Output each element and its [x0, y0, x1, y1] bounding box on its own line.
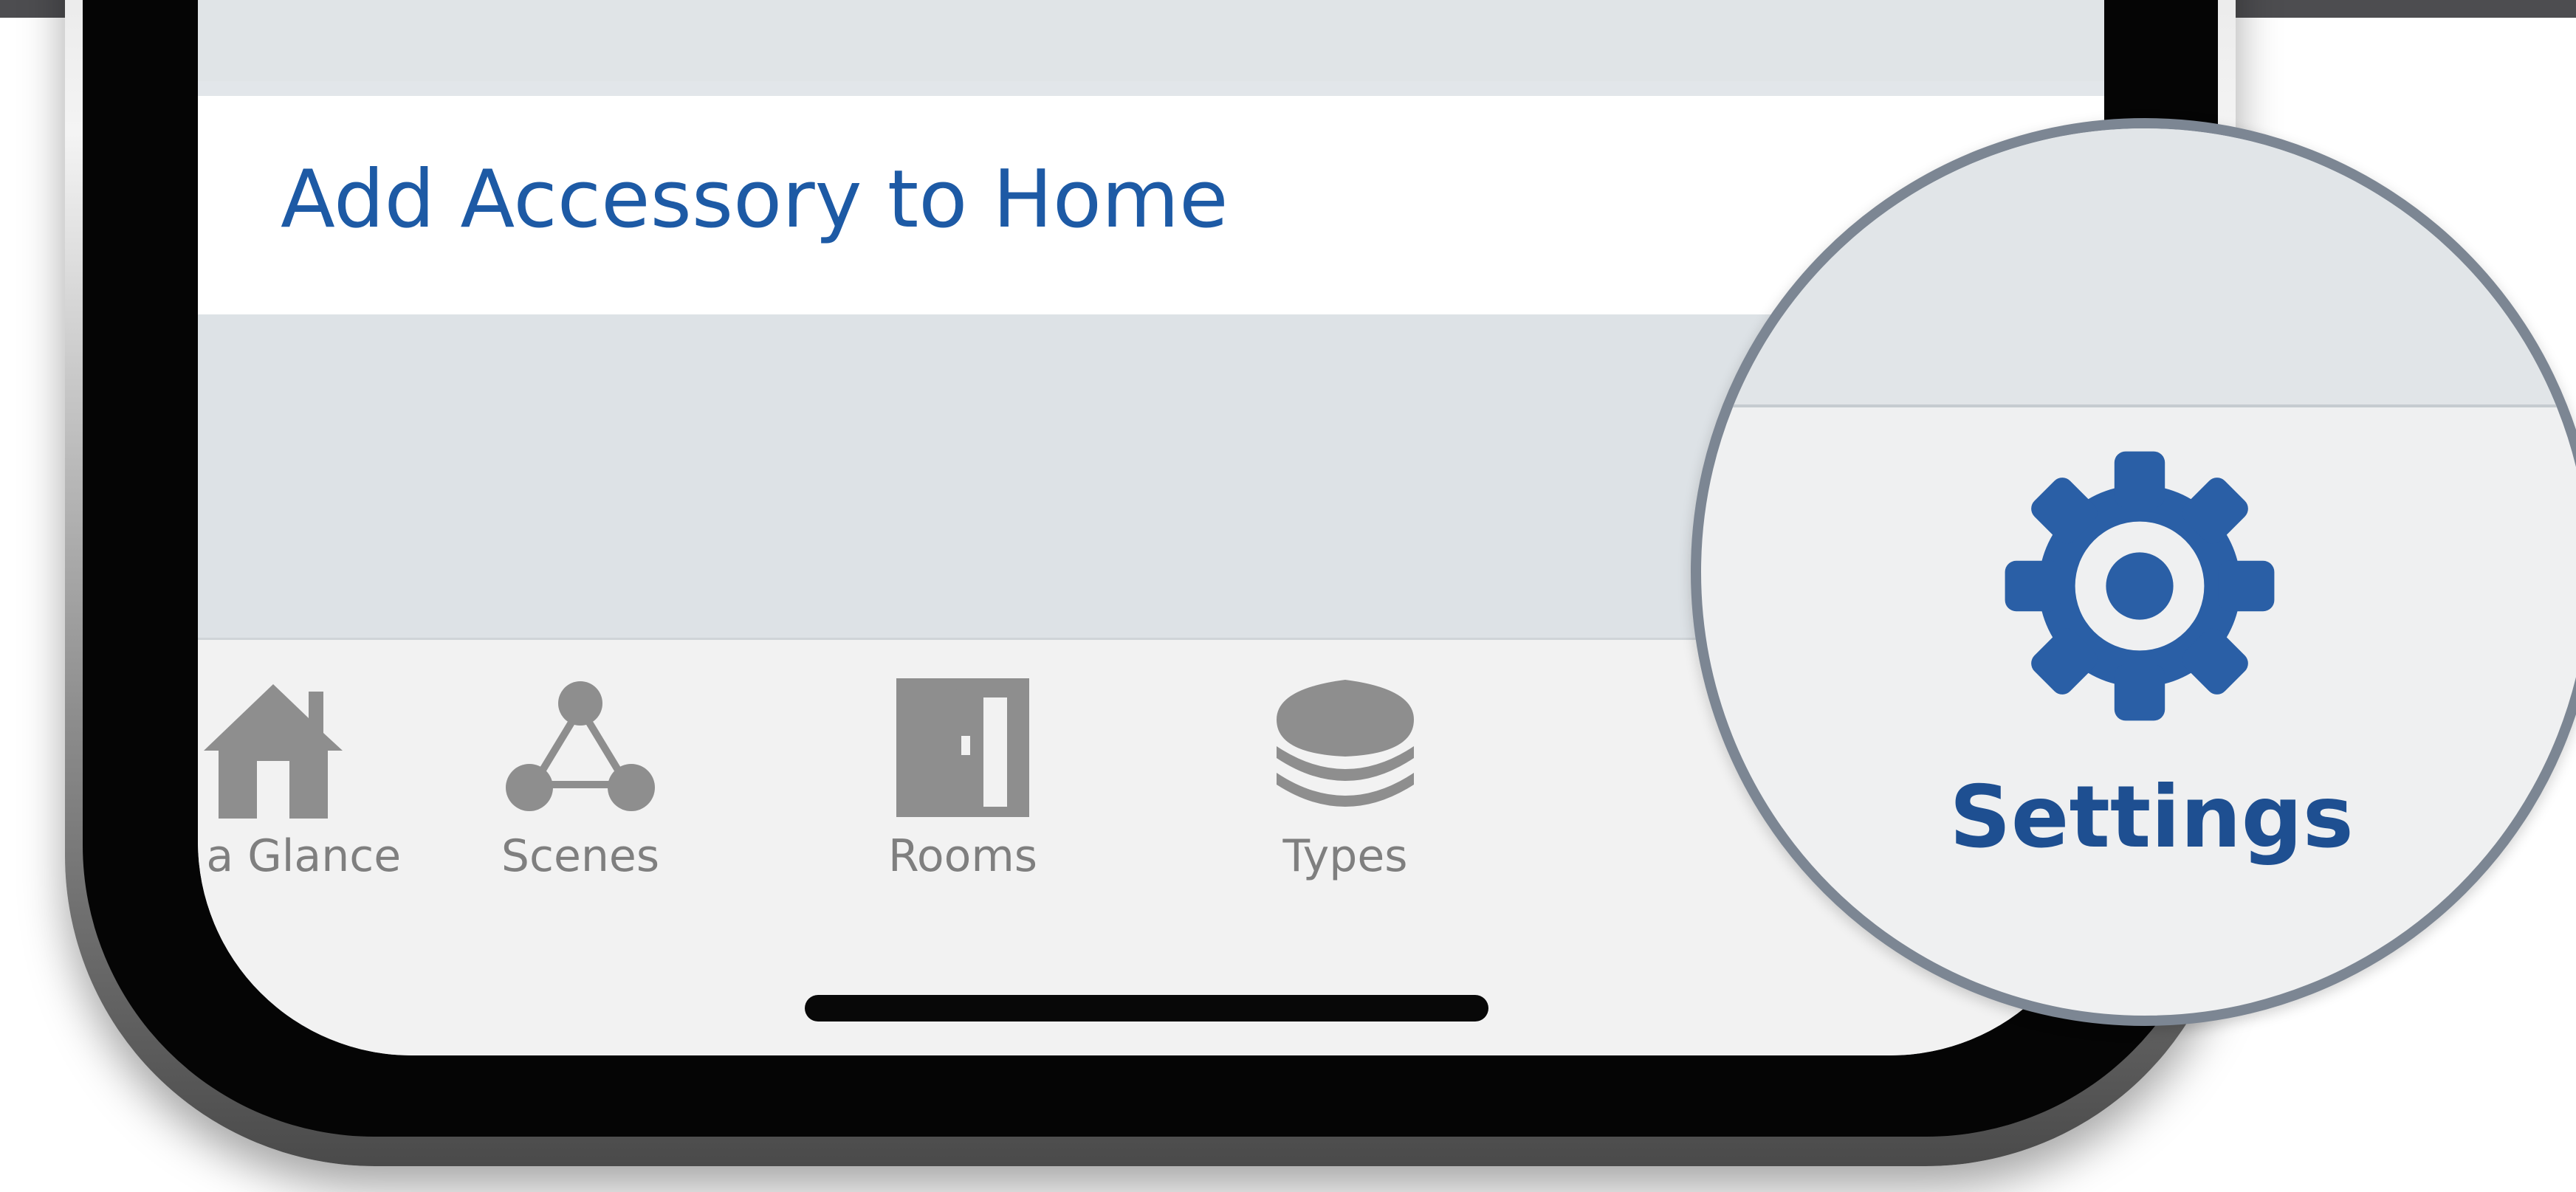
tab-label-types: Types — [1282, 830, 1408, 882]
layers-icon — [1277, 680, 1414, 807]
tab-at-a-glance[interactable]: At a Glance — [198, 640, 428, 906]
settings-magnifier: Settings — [1691, 118, 2576, 1026]
scenes-icon — [506, 681, 655, 811]
tab-label-scenes: Scenes — [501, 830, 660, 882]
settings-label[interactable]: Settings — [1701, 768, 2439, 867]
tab-label-at-a-glance: At a Glance — [198, 830, 402, 882]
house-icon — [204, 684, 343, 819]
gear-icon[interactable] — [1999, 446, 2280, 726]
magnifier-section-gap — [1701, 128, 2576, 407]
tab-types[interactable]: Types — [1190, 640, 1500, 906]
home-indicator[interactable] — [805, 995, 1488, 1022]
add-accessory-link[interactable]: Add Accessory to Home — [281, 154, 1229, 246]
tab-rooms[interactable]: Rooms — [808, 640, 1118, 906]
door-icon — [896, 678, 1029, 817]
section-gap-top — [198, 0, 2104, 81]
tab-scenes[interactable]: Scenes — [425, 640, 735, 906]
tab-label-rooms: Rooms — [887, 830, 1038, 882]
screenshot-canvas: Add Accessory to Home At a Glance — [0, 0, 2576, 1192]
